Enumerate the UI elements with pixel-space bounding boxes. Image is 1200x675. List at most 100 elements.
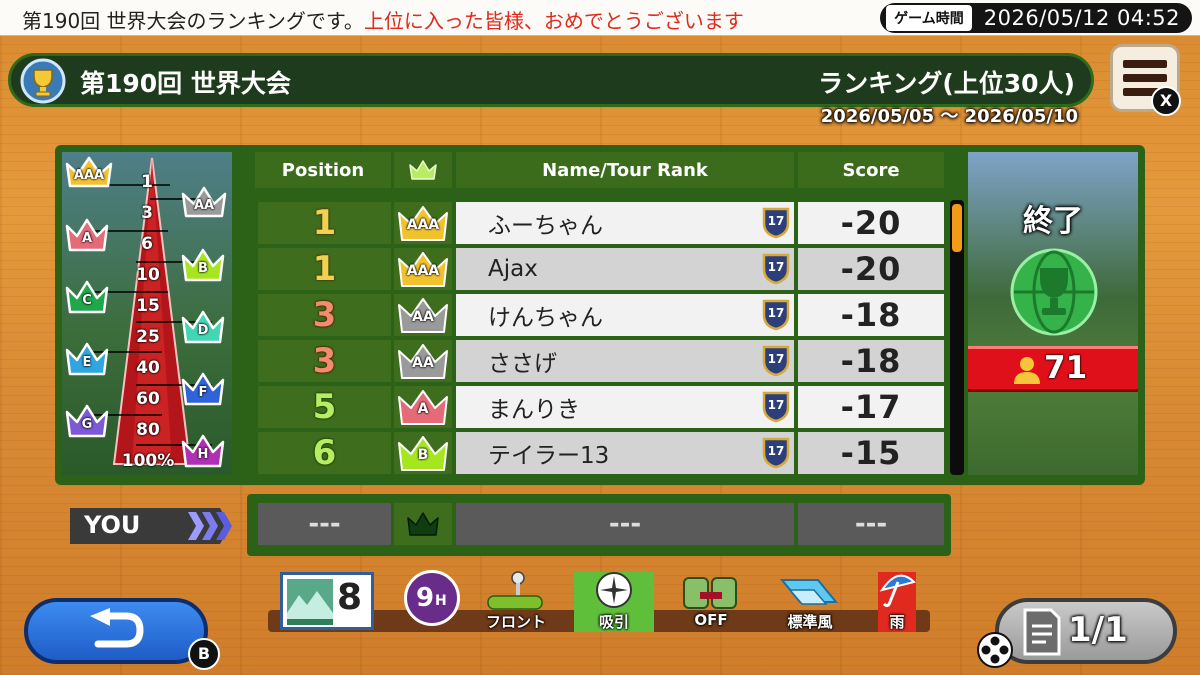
weather-label: 雨 [889,613,905,631]
game-clock-label: ゲーム時間 [886,5,972,31]
person-icon [1014,357,1040,384]
page-indicator: 1/1 [1068,610,1128,650]
tier-crown-label: E [82,355,92,370]
player-name: Ajax [488,256,538,282]
table-row[interactable]: けんちゃん 17 [456,294,794,336]
table-row[interactable]: テイラー13 17 [456,432,794,474]
tier-crown-label: B [198,261,208,276]
you-label: YOU [84,511,141,539]
you-tier [394,503,452,545]
wind-icon [779,579,839,605]
course-number: 8 [337,577,363,618]
table-row[interactable]: ささげ 17 [456,340,794,382]
tour-rank-value: 17 [767,398,785,412]
tier-crown-label: D [197,323,209,338]
table-row[interactable]: Ajax 17 [456,248,794,290]
player-name: テイラー13 [488,443,610,469]
player-name: ささげ [488,351,557,377]
holes-count: 9 [416,583,435,613]
column-header-tier [394,152,452,188]
tournament-date-range: 2026/05/05 ～ 2026/05/10 [820,106,1078,127]
pyramid-percentile: 6 [141,234,153,254]
tour-rank-shield-icon: 17 [762,253,790,285]
row-tier: B [394,432,452,474]
you-name: --- [456,503,794,545]
pyramid-percentile: 15 [136,296,160,316]
pyramid-percentile: 80 [136,420,160,440]
holes-suffix: H [435,593,447,609]
tier-crown-label: AAA [406,217,440,233]
tier-crown-icon: G [64,402,110,438]
holes-indicator: 9 H [404,570,460,626]
column-header-score: Score [798,152,944,188]
ticker-text-normal: 第190回 世界大会のランキングです。 [22,9,364,33]
world-tournament-trophy-icon [1010,248,1098,336]
game-clock: ゲーム時間 2026/05/12 04:52 [880,3,1192,33]
document-icon [1023,608,1061,656]
tier-crown-label: AAA [73,168,105,183]
row-position: 1 [258,202,391,244]
tier-crown-label: AA [193,198,215,213]
tier-crown-label: AA [412,355,434,371]
row-tier: AAA [394,248,452,290]
tier-crown-label: AA [412,309,434,325]
return-arrow-icon [90,608,144,648]
mountain-course-icon [287,579,333,625]
row-score: -18 [798,340,944,382]
tour-rank-value: 17 [767,306,785,320]
tour-rank-value: 17 [767,352,785,366]
player-name: けんちゃん [488,305,603,331]
pyramid-percentile: 60 [136,389,160,409]
row-position: 1 [258,248,391,290]
row-tier: AAA [394,202,452,244]
table-row[interactable]: ふーちゃん 17 [456,202,794,244]
b-key-badge: B [188,638,220,670]
tour-rank-shield-icon: 17 [762,345,790,377]
green-label: 吸引 [598,613,629,631]
tier-crown-label: A [417,401,429,417]
tier-crown-label: B [417,447,429,463]
tee-icon [487,571,543,610]
tier-crown-label: H [197,447,209,462]
wind-label: 標準風 [787,613,833,631]
tour-rank-value: 17 [767,444,785,458]
crown-icon [409,160,437,180]
row-score: -15 [798,432,944,474]
table-row[interactable]: まんりき 17 [456,386,794,428]
pyramid-percentile: 25 [136,327,160,347]
tournament-badge-icon [20,58,66,104]
assist-label: OFF [694,611,728,629]
tier-crown-label: G [81,417,93,432]
player-name: ふーちゃん [488,213,603,239]
tee-label: フロント [485,613,546,631]
ranking-scrollbar-thumb[interactable] [952,204,962,252]
tier-crown-label: A [81,231,93,246]
row-position: 3 [258,294,391,336]
ticker-text-highlight: 上位に入った皆様、おめでとうございます [363,9,744,33]
row-position: 5 [258,386,391,428]
pyramid-percentile: 3 [141,203,153,223]
you-score: --- [798,503,944,545]
tier-crown-label: F [198,385,208,400]
tier-crown-icon: C [64,278,110,314]
you-position: --- [258,503,391,545]
tournament-title: 第190回 世界大会 [80,69,291,98]
tier-crown-icon: D [180,308,226,344]
ranking-title: ランキング(上位30人) [818,69,1075,98]
column-header-position: Position [255,152,391,188]
tier-crown-label: AAA [406,263,440,279]
pyramid-percentile: 1 [141,172,153,192]
tier-crown-icon: B [180,246,226,282]
tier-crown-icon: H [180,432,226,468]
tier-crown-icon: AA [180,184,228,218]
row-position: 3 [258,340,391,382]
tier-crown-icon: A [64,216,110,252]
menu-bar-icon [1123,60,1167,68]
back-button[interactable] [24,598,208,664]
pyramid-percentile: 10 [136,265,160,285]
tour-rank-shield-icon: 17 [762,207,790,239]
green-suction-icon [596,572,632,608]
row-tier: AA [394,294,452,336]
game-clock-value: 2026/05/12 04:52 [983,6,1180,30]
tournament-status: 終了 [1023,204,1083,239]
